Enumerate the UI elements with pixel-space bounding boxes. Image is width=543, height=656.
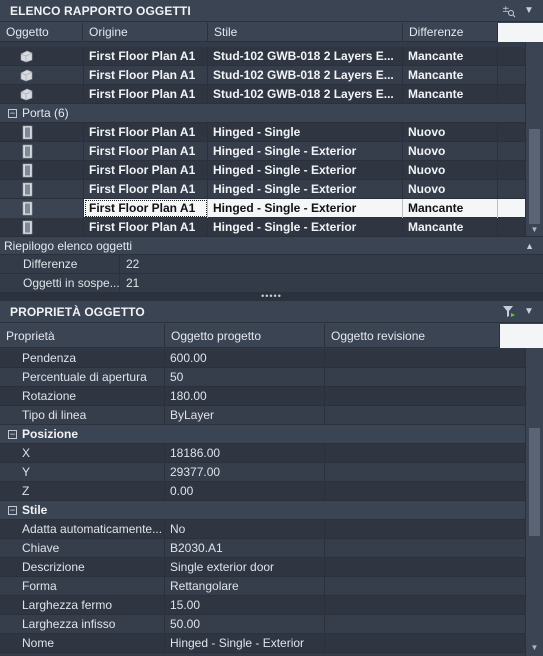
object-list-panel-header: ELENCO RAPPORTO OGGETTI ± ▼	[0, 0, 543, 22]
zoom-to-object-icon[interactable]: ±	[499, 1, 519, 21]
door-object-icon	[22, 144, 33, 159]
object-properties-panel-header: PROPRIETÀ OGGETTO ▼	[0, 301, 543, 323]
table-row[interactable]: First Floor Plan A1 Hinged - Single - Ex…	[0, 218, 525, 237]
object-list-scrollbar[interactable]: ▼	[525, 23, 543, 237]
door-object-icon	[22, 125, 33, 140]
table-row[interactable]: First Floor Plan A1 Hinged - Single - Ex…	[0, 161, 525, 180]
object-list-panel-title: ELENCO RAPPORTO OGGETTI	[10, 3, 191, 18]
property-row[interactable]: Rotazione 180.00	[0, 387, 525, 406]
table-row[interactable]: First Floor Plan A1 Hinged - Single Nuov…	[0, 123, 525, 142]
table-row[interactable]: First Floor Plan A1 Hinged - Single - Ex…	[0, 180, 525, 199]
collapse-icon[interactable]: −	[8, 430, 17, 439]
collapse-summary-icon[interactable]: ▲	[525, 237, 534, 255]
summary-title: Riepilogo elenco oggetti	[4, 239, 133, 253]
object-list-grid: Oggetto Origine Stile Differenze First F…	[0, 23, 525, 237]
property-row[interactable]: Y 29377.00	[0, 463, 525, 482]
property-row[interactable]: Forma Rettangolare	[0, 577, 525, 596]
column-header-stile[interactable]: Stile	[208, 23, 403, 42]
scroll-down-arrow-icon[interactable]: ▼	[526, 222, 543, 237]
scroll-down-arrow-icon[interactable]: ▼	[526, 640, 543, 655]
filter-icon[interactable]	[499, 302, 519, 322]
column-header-proprieta[interactable]: Proprietà	[0, 324, 165, 348]
grid-corner	[500, 324, 525, 348]
property-row[interactable]: Nome Hinged - Single - Exterior	[0, 634, 525, 653]
table-row-selected[interactable]: First Floor Plan A1 Hinged - Single - Ex…	[0, 199, 525, 218]
door-object-icon	[22, 220, 33, 235]
door-object-icon	[22, 182, 33, 197]
table-row[interactable]: First Floor Plan A1 Stud-102 GWB-018 2 L…	[0, 47, 525, 66]
property-row[interactable]: Z 0.00	[0, 482, 525, 501]
group-label: Stile	[22, 503, 48, 517]
property-row[interactable]: Pendenza 600.00	[0, 349, 525, 368]
wall-object-icon	[20, 50, 33, 63]
door-object-icon	[22, 163, 33, 178]
group-label: Posizione	[22, 427, 79, 441]
collapse-icon[interactable]: −	[8, 109, 17, 118]
property-row[interactable]: Adatta automaticamente... No	[0, 520, 525, 539]
property-row[interactable]: X 18186.00	[0, 444, 525, 463]
object-properties-panel-title: PROPRIETÀ OGGETTO	[10, 304, 145, 319]
door-object-icon	[22, 201, 33, 216]
table-row[interactable]: First Floor Plan A1 Stud-102 GWB-018 2 L…	[0, 85, 525, 104]
scrollbar-thumb[interactable]	[529, 129, 540, 224]
summary-header[interactable]: Riepilogo elenco oggetti ▲	[0, 236, 543, 255]
column-header-oggetto[interactable]: Oggetto	[0, 23, 83, 42]
column-header-oggetto-progetto[interactable]: Oggetto progetto	[165, 324, 325, 348]
properties-scrollbar[interactable]: ▼	[525, 324, 543, 656]
property-row[interactable]: Larghezza infisso 50.00	[0, 615, 525, 634]
column-header-differenze[interactable]: Differenze	[403, 23, 498, 42]
property-row[interactable]: Chiave B2030.A1	[0, 539, 525, 558]
table-row[interactable]: First Floor Plan A1 Stud-102 GWB-018 2 L…	[0, 66, 525, 85]
property-row[interactable]: Larghezza fermo 15.00	[0, 596, 525, 615]
wall-object-icon	[20, 88, 33, 101]
properties-grid: Proprietà Oggetto progetto Oggetto revis…	[0, 324, 525, 656]
scrollbar-thumb[interactable]	[529, 428, 540, 536]
panel-splitter[interactable]: •••••	[0, 292, 543, 301]
panel-menu-chevron-icon[interactable]: ▼	[519, 302, 539, 322]
property-row[interactable]: Descrizione Single exterior door	[0, 558, 525, 577]
group-label: Porta (6)	[22, 106, 69, 120]
panel-menu-chevron-icon[interactable]: ▼	[519, 1, 539, 21]
column-header-origine[interactable]: Origine	[83, 23, 208, 42]
collapse-icon[interactable]: −	[8, 506, 17, 515]
summary-row-differenze: Differenze 22	[0, 255, 543, 274]
group-row-porta[interactable]: − Porta (6)	[0, 104, 525, 123]
group-row-posizione[interactable]: − Posizione	[0, 425, 525, 444]
property-row[interactable]: Tipo di linea ByLayer	[0, 406, 525, 425]
grid-corner	[498, 23, 525, 42]
table-row[interactable]: First Floor Plan A1 Hinged - Single - Ex…	[0, 142, 525, 161]
wall-object-icon	[20, 69, 33, 82]
group-row-stile[interactable]: − Stile	[0, 501, 525, 520]
column-header-oggetto-revisione[interactable]: Oggetto revisione	[325, 324, 500, 348]
property-row[interactable]: Percentuale di apertura 50	[0, 368, 525, 387]
